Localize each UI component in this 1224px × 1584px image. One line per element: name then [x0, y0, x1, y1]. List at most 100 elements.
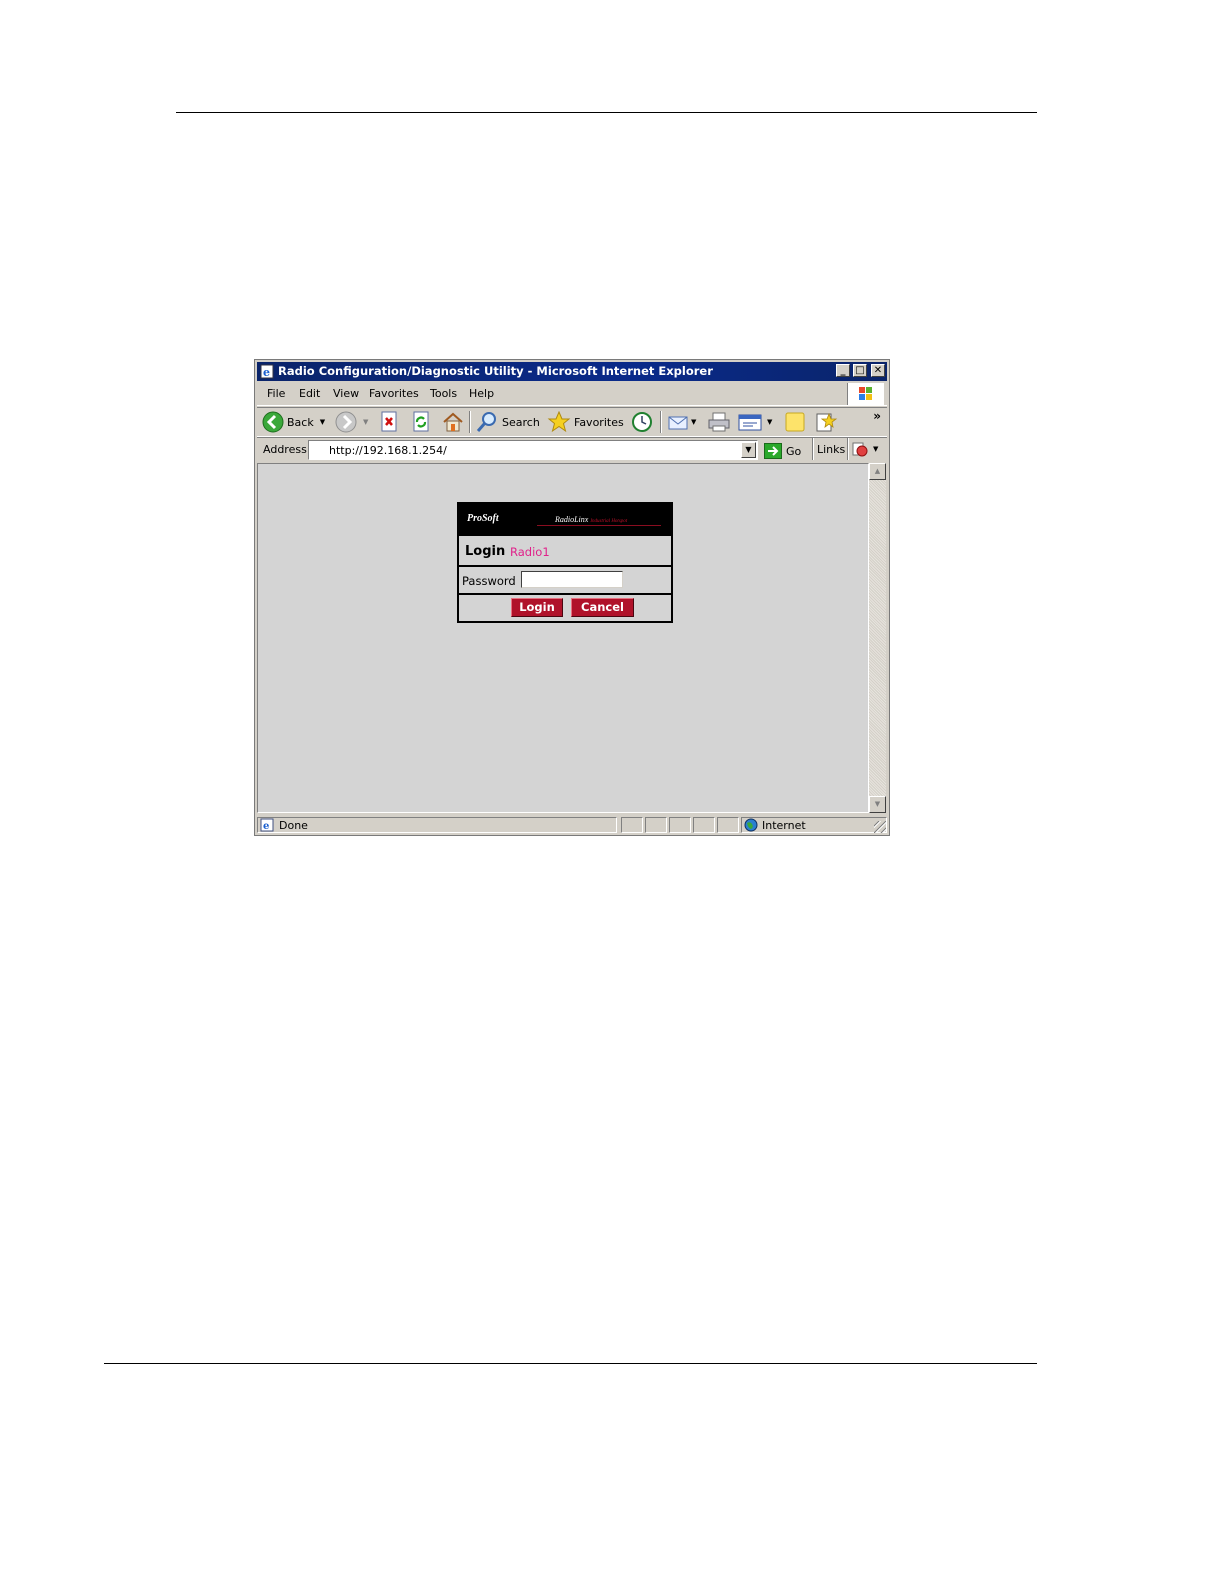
status-cell [693, 817, 715, 833]
edit-page-icon [738, 414, 762, 431]
menu-file[interactable]: File [267, 387, 285, 400]
back-arrow-icon [262, 411, 284, 433]
status-cell [621, 817, 643, 833]
stop-icon [381, 411, 397, 432]
login-title: Login [465, 544, 506, 559]
links-tool-icon [852, 442, 868, 457]
search-icon [476, 412, 496, 432]
links-tool-button[interactable]: ▼ [851, 438, 878, 460]
status-text: Done [279, 819, 308, 832]
back-button[interactable]: Back ▼ [262, 410, 325, 434]
address-input[interactable]: http://192.168.1.254/ ▼ [308, 440, 758, 460]
scroll-down-button[interactable]: ▼ [869, 796, 886, 813]
address-dropdown-button[interactable]: ▼ [741, 442, 756, 458]
minimize-button[interactable]: _ [836, 364, 850, 377]
toolbar-overflow-chevron[interactable]: » [873, 409, 881, 423]
search-label: Search [502, 415, 540, 429]
research-icon [816, 412, 838, 432]
discuss-button[interactable] [783, 410, 807, 434]
browser-window: e Radio Configuration/Diagnostic Utility… [254, 359, 890, 836]
window-title: Radio Configuration/Diagnostic Utility -… [278, 364, 713, 378]
title-bar[interactable]: e Radio Configuration/Diagnostic Utility… [257, 362, 887, 381]
edit-dropdown-icon[interactable]: ▼ [767, 418, 772, 426]
vertical-scrollbar[interactable]: ▲ ▼ [869, 463, 886, 813]
prosoft-logo: ProSoft [467, 513, 499, 524]
address-separator [812, 438, 814, 460]
radiolinx-logo: RadioLinx Industrial Hotspot [555, 515, 627, 524]
menu-help[interactable]: Help [469, 387, 494, 400]
ie-page-icon: e [260, 364, 274, 379]
address-bar: Address http://192.168.1.254/ ▼ Go Links… [257, 437, 887, 462]
status-cell [669, 817, 691, 833]
menu-favorites[interactable]: Favorites [369, 387, 419, 400]
address-url: http://192.168.1.254/ [329, 444, 447, 457]
status-cell [717, 817, 739, 833]
forward-dropdown-icon[interactable]: ▼ [363, 418, 368, 426]
go-arrow-icon [764, 443, 782, 459]
login-header-row: Login Radio1 [459, 536, 671, 567]
refresh-button[interactable] [411, 410, 431, 434]
page-header-rule [176, 112, 1037, 113]
links-dropdown-icon[interactable]: ▼ [873, 445, 878, 453]
svg-text:e: e [263, 821, 269, 832]
maximize-button[interactable]: □ [853, 364, 867, 377]
toolbar-separator [660, 411, 662, 433]
logo-underline [537, 525, 661, 526]
note-icon [785, 412, 805, 432]
favorites-button[interactable]: Favorites [547, 410, 624, 434]
favorites-label: Favorites [574, 415, 624, 429]
back-dropdown-icon[interactable]: ▼ [320, 418, 325, 426]
security-zone: Internet [762, 819, 806, 832]
windows-logo-icon [847, 383, 884, 405]
scroll-up-button[interactable]: ▲ [869, 463, 886, 480]
radiolinx-brand: RadioLinx [555, 515, 589, 524]
search-button[interactable]: Search [475, 410, 540, 434]
resize-grip[interactable] [874, 821, 886, 833]
forward-arrow-icon [335, 411, 357, 433]
print-button[interactable] [707, 410, 731, 434]
links-label[interactable]: Links [817, 443, 845, 456]
password-label: Password [462, 574, 516, 588]
mail-icon [668, 416, 688, 430]
home-button[interactable] [441, 410, 465, 434]
edit-button[interactable]: ▼ [737, 410, 772, 434]
menu-edit[interactable]: Edit [299, 387, 320, 400]
status-bar: e Done Internet [257, 816, 887, 834]
links-separator [847, 438, 849, 460]
forward-button[interactable]: ▼ [335, 410, 368, 434]
button-row: Login Cancel [459, 595, 671, 621]
stop-button[interactable] [379, 410, 399, 434]
home-icon [443, 412, 463, 432]
messenger-button[interactable] [814, 410, 838, 434]
svg-text:e: e [263, 366, 270, 379]
status-main-cell: e Done [257, 817, 617, 833]
page-viewport: ProSoft RadioLinx Industrial Hotspot Log… [257, 463, 869, 813]
history-button[interactable] [630, 410, 654, 434]
menu-bar: File Edit View Favorites Tools Help [257, 383, 887, 406]
brand-banner: ProSoft RadioLinx Industrial Hotspot [459, 504, 671, 536]
back-label: Back [287, 415, 314, 429]
password-input[interactable] [521, 571, 623, 588]
mail-dropdown-icon[interactable]: ▼ [691, 418, 696, 426]
refresh-icon [413, 411, 429, 432]
status-cell [645, 817, 667, 833]
address-label: Address [263, 443, 307, 456]
print-icon [708, 412, 730, 432]
login-panel: ProSoft RadioLinx Industrial Hotspot Log… [457, 502, 673, 623]
toolbar-separator [469, 411, 471, 433]
status-zone-cell: Internet [741, 817, 887, 833]
internet-globe-icon [744, 818, 758, 832]
go-label: Go [786, 444, 802, 458]
cancel-button[interactable]: Cancel [571, 598, 634, 617]
standard-toolbar: Back ▼ ▼ Search Favorites ▼ ▼ » [257, 407, 887, 437]
radiolinx-tagline: Industrial Hotspot [590, 519, 628, 524]
login-button[interactable]: Login [511, 598, 563, 617]
password-row: Password [459, 567, 671, 595]
go-button[interactable]: Go [764, 441, 801, 461]
menu-tools[interactable]: Tools [430, 387, 457, 400]
menu-view[interactable]: View [333, 387, 359, 400]
page-footer-rule [104, 1363, 1037, 1364]
mail-button[interactable]: ▼ [667, 410, 696, 434]
close-button[interactable]: ✕ [871, 364, 885, 377]
favorites-star-icon [547, 411, 571, 433]
